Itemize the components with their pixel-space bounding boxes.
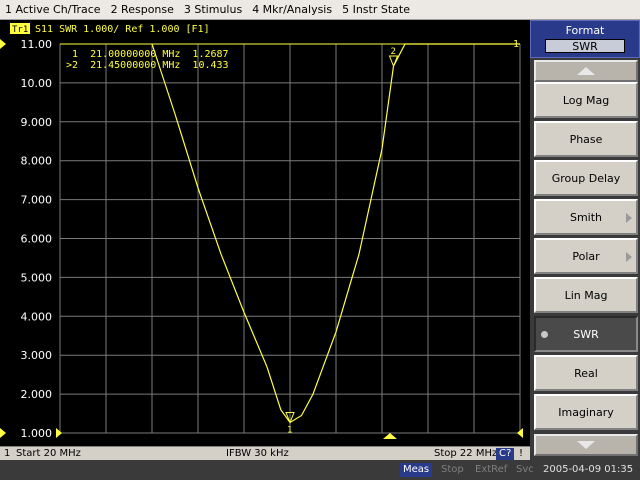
status-extref: ExtRef: [475, 464, 508, 475]
submenu-arrow-icon: [626, 213, 632, 223]
softkey-label: Phase: [569, 132, 603, 146]
softkey-phase[interactable]: Phase: [534, 121, 638, 157]
softkey-label: Real: [574, 366, 598, 380]
y-tick-label: 5.000: [21, 271, 53, 284]
y-tick-label: 1.000: [21, 427, 53, 440]
softkey-label: SWR: [573, 327, 599, 341]
softkey-label: Polar: [572, 249, 600, 263]
status-bar: Meas Stop ExtRef Svc 2005-04-09 01:35: [0, 460, 640, 480]
trace-info: S11 SWR 1.000/ Ref 1.000 [F1]: [35, 24, 210, 35]
softkey-swr[interactable]: SWR: [534, 316, 638, 352]
status-datetime: 2005-04-09 01:35: [543, 464, 634, 475]
softkey-label: Group Delay: [551, 171, 621, 185]
y-tick-label: 9.000: [21, 116, 53, 129]
start-frequency[interactable]: Start 20 MHz: [16, 447, 81, 461]
y-tick-label: 11.00: [21, 38, 53, 51]
format-current-value: SWR: [545, 39, 625, 53]
menu-item-4[interactable]: 4 Mkr/Analysis: [247, 3, 337, 16]
selected-radio-icon: [541, 331, 548, 338]
ifbw-value[interactable]: IFBW 30 kHz: [226, 447, 289, 461]
trace-label[interactable]: Tr1: [12, 25, 28, 35]
format-panel-header: Format SWR: [530, 20, 640, 58]
trace-plot[interactable]: 11.00 10.00 9.000 8.000 7.000 6.000 5.000 4.000…: [0, 20, 530, 446]
channel-ref-label: 1: [513, 39, 519, 50]
marker-2-label: 2: [391, 47, 396, 57]
up-arrow-icon: [577, 67, 595, 75]
softkey-label: Smith: [569, 210, 603, 224]
scroll-down-button[interactable]: [534, 434, 638, 456]
softkey-label: Lin Mag: [564, 288, 608, 302]
ref-bottom-left-arrow: [0, 428, 6, 438]
menu-item-2[interactable]: 2 Response: [106, 3, 179, 16]
status-meas: Meas: [400, 463, 433, 477]
marker-readout-2: >2 21.45000000 MHz 10.433: [66, 60, 229, 71]
cal-status-badge: C?: [496, 448, 515, 460]
active-marker-triangle[interactable]: [383, 433, 397, 439]
channel-number: 1: [4, 448, 11, 459]
format-panel-title: Format: [565, 24, 605, 37]
softkey-smith[interactable]: Smith: [534, 199, 638, 235]
status-stop: Stop: [441, 464, 464, 475]
menu-item-3[interactable]: 3 Stimulus: [179, 3, 247, 16]
marker-readout-1: 1 21.00000000 MHz 1.2687: [66, 49, 229, 60]
y-tick-label: 6.000: [21, 233, 53, 246]
y-tick-label: 8.000: [21, 155, 53, 168]
scale-left-arrow: [56, 428, 62, 438]
status-svc: Svc: [516, 464, 534, 475]
y-tick-label: 7.000: [21, 194, 53, 207]
down-arrow-icon: [577, 441, 595, 449]
softkey-lin-mag[interactable]: Lin Mag: [534, 277, 638, 313]
menu-bar: 1 Active Ch/Trace 2 Response 3 Stimulus 4 M…: [0, 0, 640, 20]
channel-info-bar: 1 Start 20 MHz IFBW 30 kHz Stop 22 MHz C…: [0, 446, 530, 461]
menu-item-1[interactable]: 1 Active Ch/Trace: [0, 3, 106, 16]
softkey-label: Log Mag: [562, 93, 610, 107]
y-tick-label: 4.000: [21, 310, 53, 323]
format-softkey-panel: Format SWR Log Mag Phase Group Delay Smith P…: [530, 20, 640, 460]
y-tick-label: 3.000: [21, 349, 53, 362]
ref-top-left-arrow: [0, 39, 6, 49]
softkey-real[interactable]: Real: [534, 355, 638, 391]
softkey-log-mag[interactable]: Log Mag: [534, 82, 638, 118]
menu-item-5[interactable]: 5 Instr State: [337, 3, 415, 16]
softkey-group-delay[interactable]: Group Delay: [534, 160, 638, 196]
scroll-up-button[interactable]: [534, 60, 638, 82]
softkey-polar[interactable]: Polar: [534, 238, 638, 274]
stop-frequency[interactable]: Stop 22 MHz: [434, 447, 497, 461]
swr-chart: 11.00 10.00 9.000 8.000 7.000 6.000 5.000 4.000…: [0, 23, 523, 440]
softkey-label: Imaginary: [558, 405, 614, 419]
y-tick-label: 2.000: [21, 388, 53, 401]
submenu-arrow-icon: [626, 252, 632, 262]
y-tick-label: 10.00: [21, 77, 53, 90]
info-flag: !: [519, 448, 524, 459]
marker-1-label: 1: [287, 426, 292, 436]
softkey-imaginary[interactable]: Imaginary: [534, 394, 638, 430]
